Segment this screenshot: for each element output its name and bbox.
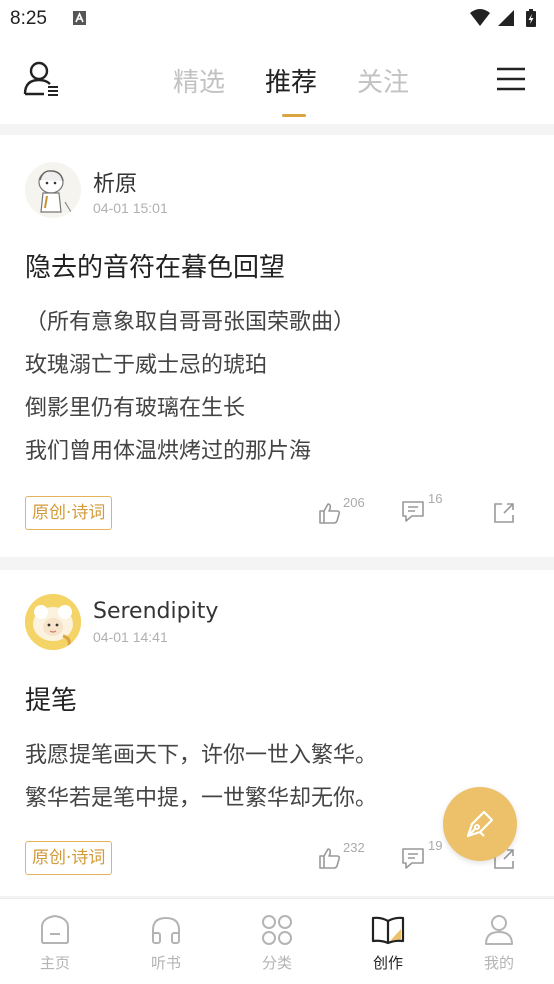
a-notification-icon bbox=[73, 11, 86, 25]
wifi-icon bbox=[470, 9, 490, 26]
comment-count: 16 bbox=[428, 491, 443, 506]
avatar-illustration bbox=[25, 594, 81, 650]
active-tab-indicator bbox=[282, 114, 306, 117]
category-tag[interactable]: 原创·诗词 bbox=[25, 496, 113, 530]
author-name[interactable]: 析原 bbox=[93, 166, 137, 198]
thumbs-up-icon bbox=[319, 503, 341, 524]
comment-count: 19 bbox=[428, 838, 443, 853]
nav-audiobooks[interactable]: 听书 bbox=[111, 899, 221, 984]
hamburger-menu-icon[interactable] bbox=[496, 66, 526, 92]
post-title[interactable]: 隐去的音符在暮色回望 bbox=[25, 247, 285, 284]
tab-following[interactable]: 关注 bbox=[357, 62, 409, 99]
tab-recommended[interactable]: 推荐 bbox=[265, 62, 317, 99]
nav-label: 听书 bbox=[150, 954, 181, 972]
share-button[interactable] bbox=[492, 501, 516, 525]
nav-label: 我的 bbox=[483, 954, 514, 972]
nav-label: 主页 bbox=[39, 954, 70, 972]
like-button[interactable]: 206 bbox=[318, 495, 378, 529]
post-time: 04-01 14:41 bbox=[93, 629, 168, 645]
like-button[interactable]: 232 bbox=[318, 840, 378, 874]
comment-button[interactable]: 19 bbox=[401, 838, 451, 872]
status-bar: 8:25 bbox=[0, 0, 554, 38]
post-title[interactable]: 提笔 bbox=[25, 680, 77, 717]
nav-create[interactable]: 创作 bbox=[333, 899, 443, 984]
thumbs-up-icon bbox=[319, 848, 341, 869]
nav-categories[interactable]: 分类 bbox=[222, 899, 332, 984]
post-line: （所有意象取自哥哥张国荣歌曲） bbox=[25, 310, 356, 335]
share-icon bbox=[494, 503, 514, 523]
avatar[interactable] bbox=[25, 162, 81, 218]
bottom-nav: 主页 听书 分类 创作 我的 bbox=[0, 898, 554, 984]
like-count: 206 bbox=[343, 495, 365, 510]
avatar-illustration bbox=[38, 170, 72, 213]
nav-profile[interactable]: 我的 bbox=[444, 899, 554, 984]
author-name[interactable]: Serendipity bbox=[93, 599, 218, 624]
nav-label: 分类 bbox=[261, 954, 292, 972]
avatar[interactable] bbox=[25, 594, 81, 650]
nav-label: 创作 bbox=[372, 954, 403, 972]
top-nav: 精选 推荐 关注 bbox=[0, 38, 554, 124]
battery-charging-icon bbox=[526, 9, 536, 27]
headphones-icon bbox=[152, 916, 180, 944]
tab-featured[interactable]: 精选 bbox=[173, 62, 225, 99]
post-line: 玫瑰溺亡于威士忌的琥珀 bbox=[25, 353, 268, 378]
write-post-button[interactable] bbox=[443, 787, 517, 861]
post-line: 我愿提笔画天下，许你一世入繁华。 bbox=[25, 743, 378, 768]
feed-tabs: 精选 推荐 关注 bbox=[0, 62, 554, 102]
open-book-icon bbox=[371, 916, 405, 945]
status-time: 8:25 bbox=[10, 8, 47, 29]
comment-button[interactable]: 16 bbox=[401, 491, 451, 525]
pen-write-icon bbox=[466, 810, 494, 838]
profile-icon bbox=[485, 915, 513, 945]
post-body[interactable]: （所有意象取自哥哥张国荣歌曲） 玫瑰溺亡于威士忌的琥珀 倒影里仍有玻璃在生长 我… bbox=[25, 301, 535, 473]
post-line: 我们曾用体温烘烤过的那片海 bbox=[25, 439, 312, 464]
signal-icon bbox=[498, 10, 514, 26]
category-tag[interactable]: 原创·诗词 bbox=[25, 841, 113, 875]
category-grid-icon bbox=[262, 915, 292, 945]
post-card[interactable]: 析原 04-01 15:01 隐去的音符在暮色回望 （所有意象取自哥哥张国荣歌曲… bbox=[0, 135, 554, 557]
comment-icon bbox=[402, 848, 424, 869]
post-line: 倒影里仍有玻璃在生长 bbox=[25, 396, 246, 421]
status-icons bbox=[470, 9, 536, 27]
post-time: 04-01 15:01 bbox=[93, 200, 168, 216]
nav-home[interactable]: 主页 bbox=[0, 899, 110, 984]
comment-icon bbox=[402, 501, 424, 522]
like-count: 232 bbox=[343, 840, 365, 855]
home-icon bbox=[41, 914, 69, 944]
